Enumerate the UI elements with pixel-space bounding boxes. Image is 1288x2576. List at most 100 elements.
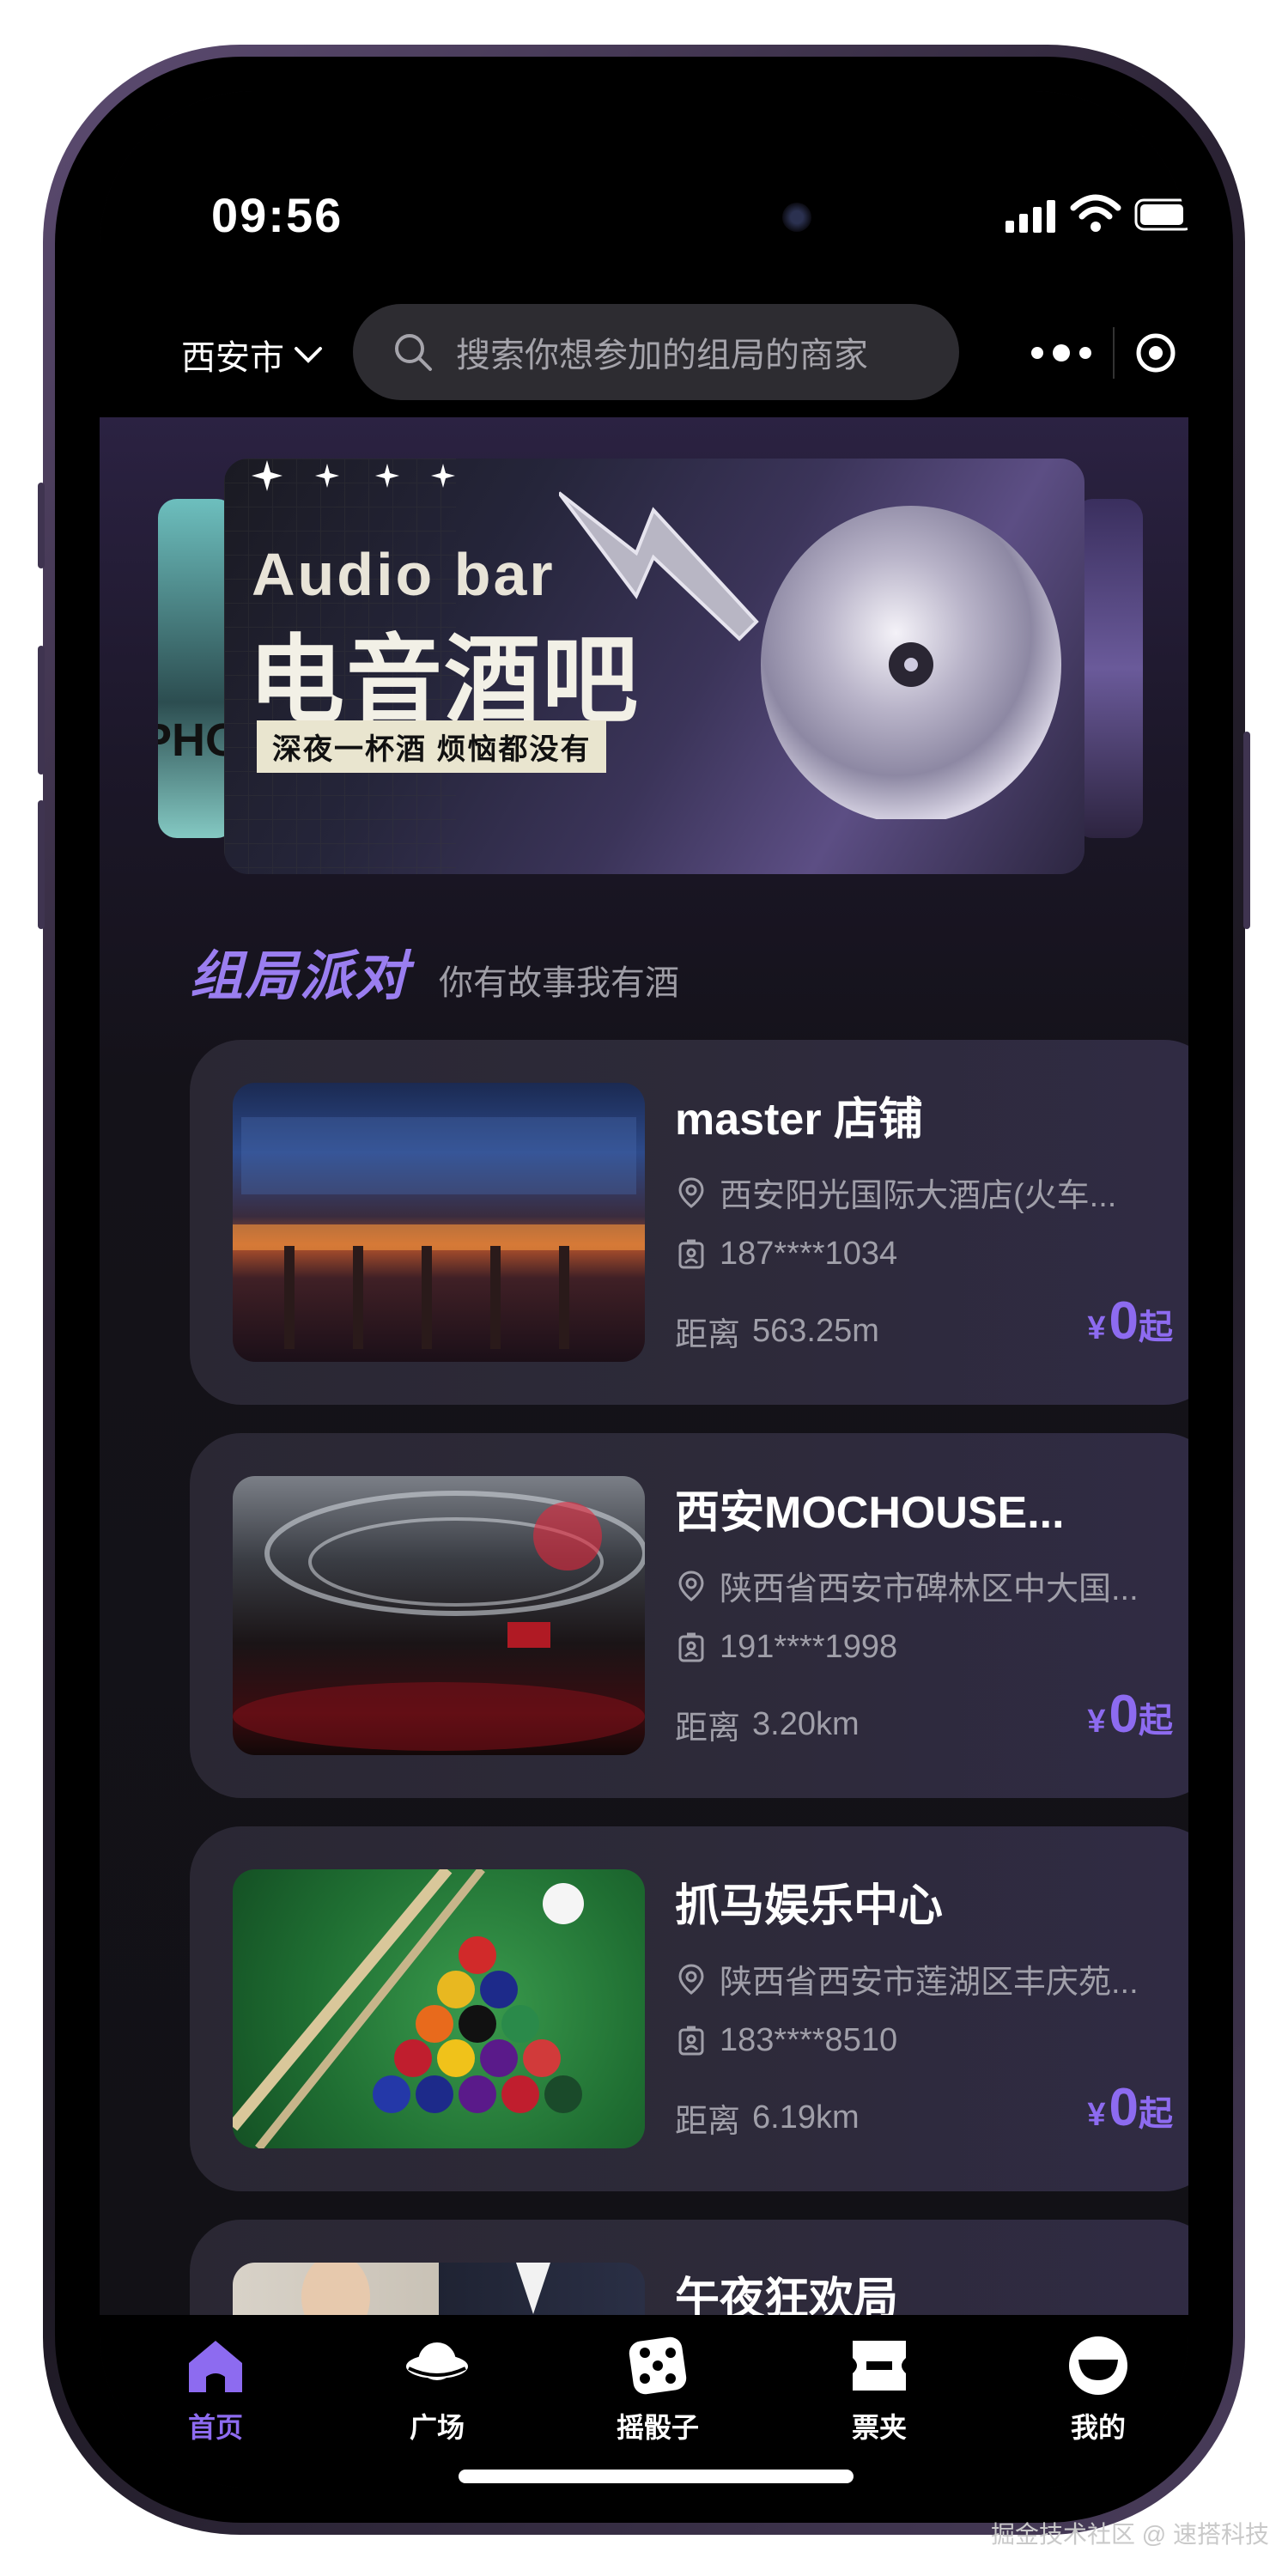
venue-phone: 187****1034 [720, 1236, 898, 1272]
venue-distance-row: 距离 563.25m [675, 1308, 879, 1355]
venue-thumbnail [233, 1476, 645, 1755]
mini-program-capsule [1001, 306, 1177, 400]
search-icon [395, 334, 432, 371]
action-button [38, 483, 45, 568]
venue-card[interactable]: 抓马娱乐中心 陕西省西安市莲湖区丰庆苑... 183****8510 距离 6.… [190, 1826, 1188, 2191]
billiards-image [233, 1869, 584, 2148]
venue-card[interactable]: 西安MOCHOUSE... 陕西省西安市碑林区中大国... 191****199… [190, 1433, 1188, 1798]
venue-phone-row: 183****8510 [675, 2022, 897, 2059]
distance-label: 距离 [675, 1710, 741, 1747]
club-scene-image [233, 1491, 645, 1751]
chevron-down-icon [295, 347, 322, 363]
venue-address: 陕西省西安市碑林区中大国... [720, 1571, 1139, 1607]
banner-title-en: Audio bar [252, 541, 556, 608]
section-title: 组局派对 [190, 947, 410, 1006]
front-camera [782, 203, 811, 232]
wifi-icon [1070, 194, 1121, 232]
tab-tickets[interactable]: 票夹 [811, 2332, 948, 2445]
home-indicator[interactable] [459, 2470, 854, 2483]
city-selector[interactable]: 西安市 [181, 330, 324, 380]
ticket-icon [853, 2341, 906, 2391]
price-suffix: 起 [1139, 1309, 1173, 1346]
power-button [1243, 732, 1250, 929]
people-image [301, 2263, 550, 2315]
search-placeholder: 搜索你想参加的组局的商家 [456, 337, 868, 374]
distance-label: 距离 [675, 2104, 741, 2140]
volume-up-button [38, 646, 45, 775]
venue-address: 西安阳光国际大酒店(火车... [720, 1178, 1117, 1214]
price-currency: ¥ [1087, 1704, 1106, 1740]
location-pin-icon [678, 1570, 704, 1601]
more-icon[interactable] [1027, 338, 1096, 368]
venue-name: 午夜狂欢局 [675, 2275, 899, 2315]
app-screen: 09:56 西安市 搜索你想参加的组局的商家 HO Audio bar 电音酒吧… [100, 91, 1188, 2488]
sparkle-icon [252, 460, 455, 491]
venue-phone: 191****1998 [720, 1629, 898, 1665]
section-header: 组局派对 你有故事我有酒 [190, 933, 679, 1010]
banner-tagline: 深夜一杯酒 烦恼都没有 [257, 720, 607, 773]
venue-price: ¥ 0 起 [1087, 1684, 1173, 1745]
dice-icon [629, 2336, 687, 2395]
venue-distance: 3.20km [752, 1706, 860, 1742]
price-suffix: 起 [1139, 2095, 1173, 2133]
bar-scene-image [233, 1117, 645, 1349]
top-nav: 西安市 搜索你想参加的组局的商家 [100, 289, 1188, 417]
venue-phone: 183****8510 [720, 2022, 898, 2058]
venue-distance-row: 距离 3.20km [675, 1701, 860, 1748]
price-suffix: 起 [1139, 1702, 1173, 1740]
status-time: 09:56 [211, 188, 343, 242]
tab-label: 票夹 [851, 2412, 907, 2443]
banner-slide[interactable]: Audio bar 电音酒吧 深夜一杯酒 烦恼都没有 [224, 459, 1084, 874]
venue-card[interactable]: master 店铺 西安阳光国际大酒店(火车... 187****1034 距离… [190, 1040, 1188, 1405]
tab-plaza[interactable]: 广场 [368, 2332, 506, 2445]
status-bar: 09:56 [100, 91, 1188, 289]
venue-address-row: 陕西省西安市莲湖区丰庆苑... [675, 1955, 1139, 2002]
tab-profile[interactable]: 我的 [1030, 2332, 1167, 2445]
signal-icon [1005, 198, 1057, 233]
venue-thumbnail [233, 1083, 645, 1362]
venue-price: ¥ 0 起 [1087, 2077, 1173, 2138]
phone-frame: 09:56 西安市 搜索你想参加的组局的商家 HO Audio bar 电音酒吧… [38, 45, 1250, 2535]
battery-icon [1134, 198, 1188, 231]
venue-thumbnail [233, 2263, 645, 2315]
tab-home[interactable]: 首页 [147, 2332, 284, 2445]
venue-thumbnail [233, 1869, 645, 2148]
vinyl-disc-icon [761, 506, 1061, 819]
tab-label: 首页 [187, 2412, 243, 2443]
volume-down-button [38, 800, 45, 929]
venue-name: master 店铺 [675, 1095, 923, 1145]
price-currency: ¥ [1087, 2097, 1106, 2133]
location-pin-icon [678, 1176, 704, 1208]
venue-phone-row: 191****1998 [675, 1629, 897, 1666]
venue-name: 西安MOCHOUSE... [675, 1488, 1065, 1538]
location-pin-icon [678, 1963, 704, 1995]
distance-label: 距离 [675, 1317, 741, 1353]
tab-dice[interactable]: 摇骰子 [589, 2332, 726, 2445]
venue-price: ¥ 0 起 [1087, 1291, 1173, 1352]
venue-distance: 6.19km [752, 2099, 860, 2136]
city-label: 西安市 [181, 339, 284, 377]
tab-label: 我的 [1070, 2412, 1126, 2443]
search-bar[interactable]: 搜索你想参加的组局的商家 [353, 304, 959, 400]
main-content: PHOP Audio bar 电音酒吧 深夜一杯酒 烦恼都没有 [100, 417, 1188, 2315]
section-subtitle: 你有故事我有酒 [439, 964, 680, 1002]
tab-label: 摇骰子 [616, 2412, 699, 2443]
price-value: 0 [1109, 1685, 1139, 1744]
contact-badge-icon [678, 1239, 704, 1268]
price-currency: ¥ [1087, 1310, 1106, 1346]
banner-next-slide[interactable] [1074, 499, 1143, 838]
venue-phone-row: 187****1034 [675, 1236, 897, 1273]
profile-icon [1069, 2336, 1127, 2395]
tab-label: 广场 [409, 2412, 465, 2443]
venue-address-row: 西安阳光国际大酒店(火车... [675, 1169, 1116, 1216]
price-value: 0 [1109, 2078, 1139, 2137]
home-icon [189, 2341, 242, 2392]
venue-distance: 563.25m [752, 1313, 879, 1349]
contact-badge-icon [678, 1632, 704, 1662]
close-target-icon[interactable] [1134, 331, 1177, 374]
capsule-divider [1113, 327, 1115, 379]
venue-distance-row: 距离 6.19km [675, 2094, 860, 2142]
watermark: 掘金技术社区 @ 速搭科技 [991, 2521, 1269, 2548]
venue-card[interactable]: 午夜狂欢局 [190, 2220, 1188, 2315]
venue-name: 抓马娱乐中心 [675, 1881, 944, 1931]
